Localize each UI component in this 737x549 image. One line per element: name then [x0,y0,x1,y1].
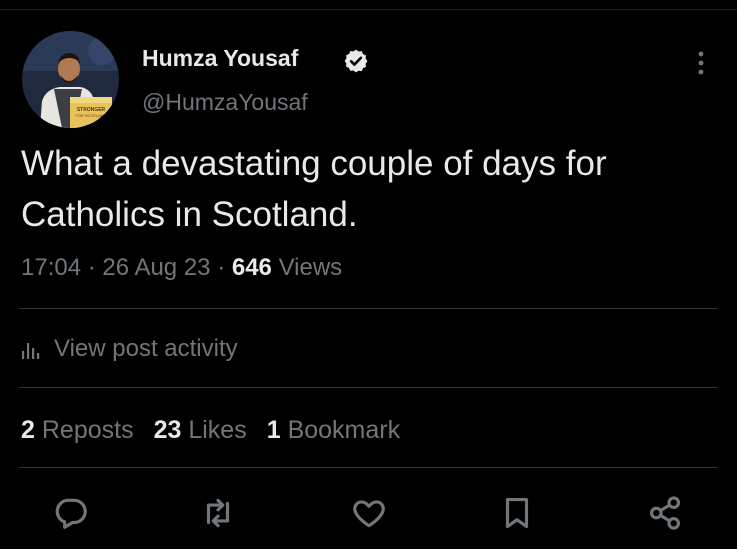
tweet-text-line: What a devastating couple of days for [21,144,607,183]
avatar-photo: STRONGER FOR SCOTLAND [22,31,119,128]
tweet-text: What a devastating couple of days for Ca… [21,138,721,240]
view-post-activity-label: View post activity [54,335,238,362]
reposts-stat[interactable]: 2 Reposts [21,416,134,444]
analytics-icon [22,343,40,359]
likes-stat[interactable]: 23 Likes [154,416,247,444]
repost-icon[interactable] [199,494,237,532]
bookmarks-label: Bookmark [287,416,401,444]
tweet-time[interactable]: 17:04 [21,254,81,281]
reposts-count: 2 [21,416,35,444]
views-label: Views [278,254,343,281]
display-name[interactable]: Humza Yousaf [142,45,298,72]
top-divider [0,9,737,10]
share-icon[interactable] [646,494,684,532]
likes-label: Likes [188,416,247,444]
view-post-activity-link[interactable]: View post activity [21,335,238,363]
verified-badge-icon [344,49,368,73]
reposts-label: Reposts [41,416,134,444]
views-count: 646 [231,254,272,281]
bookmarks-stat[interactable]: 1 Bookmark [267,416,400,444]
tweet-text-line: Catholics in Scotland. [21,195,358,234]
meta-separator: · [217,254,226,281]
likes-count: 23 [153,416,182,444]
reply-icon[interactable] [52,494,90,532]
divider [19,308,718,309]
bookmarks-count: 1 [266,416,281,444]
avatar[interactable]: STRONGER FOR SCOTLAND [22,31,119,128]
divider [19,387,718,388]
divider [19,467,718,468]
like-icon[interactable] [350,494,388,532]
bookmark-icon[interactable] [498,494,536,532]
handle[interactable]: @HumzaYousaf [142,89,308,116]
tweet-meta: 17:04 · 26 Aug 23 · 646 Views [21,254,342,282]
tweet-date[interactable]: 26 Aug 23 [102,254,210,281]
engagement-stats: 2 Reposts 23 Likes 1 Bookmark [21,416,420,445]
podium-logo-text-2: FOR SCOTLAND [75,113,106,118]
more-options-icon[interactable] [688,48,714,78]
meta-separator: · [87,254,96,281]
